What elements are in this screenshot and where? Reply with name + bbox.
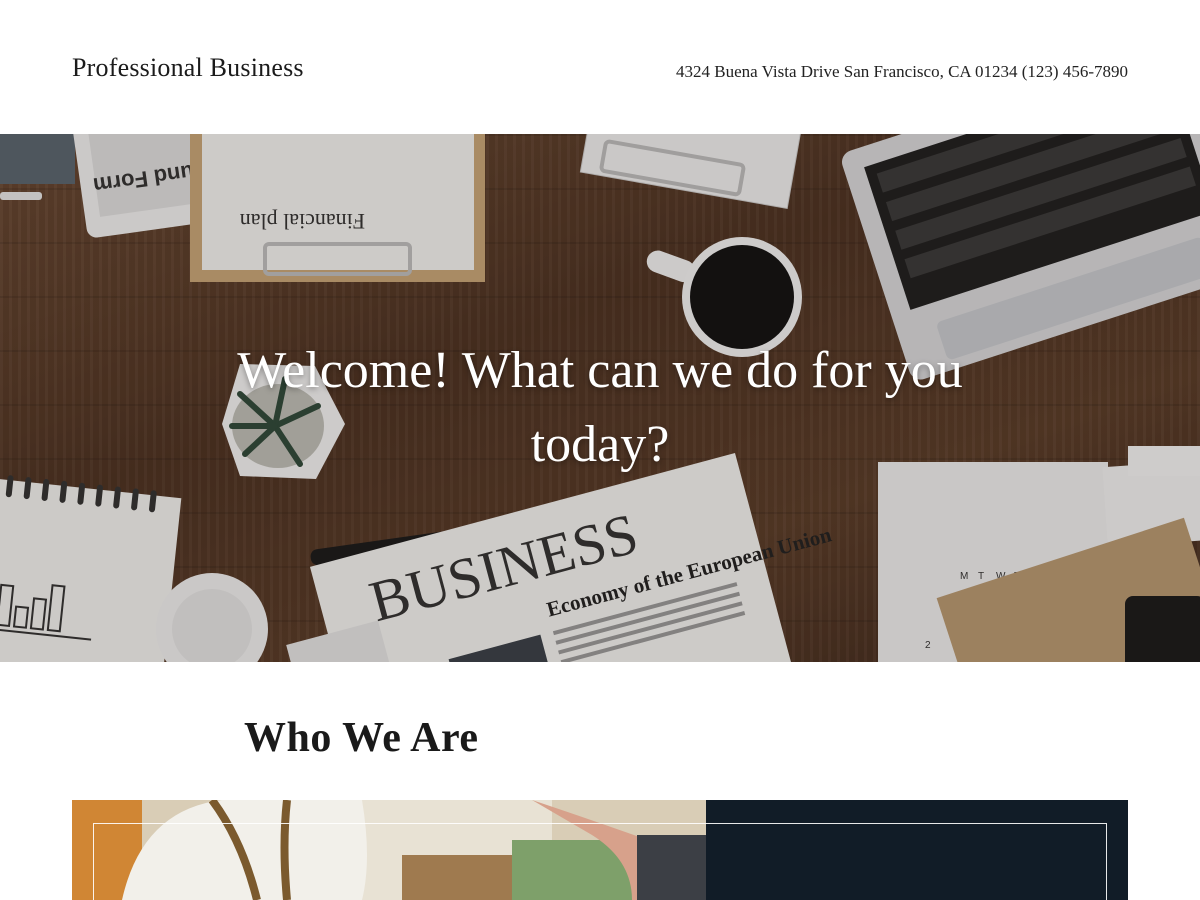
team-photo (72, 800, 706, 900)
site-header: Professional Business 4324 Buena Vista D… (0, 0, 1200, 134)
who-we-are-panel (706, 800, 1128, 900)
section-title-who-we-are: Who We Are (244, 715, 479, 761)
hero-title: Welcome! What can we do for you today? (237, 342, 963, 473)
contact-info: 4324 Buena Vista Drive San Francisco, CA… (676, 62, 1128, 81)
team-photo-image (72, 800, 706, 900)
brand-name[interactable]: Professional Business (72, 53, 304, 83)
hero-banner: Tax Refund Form Financial plan BUSINESS … (0, 134, 1200, 662)
